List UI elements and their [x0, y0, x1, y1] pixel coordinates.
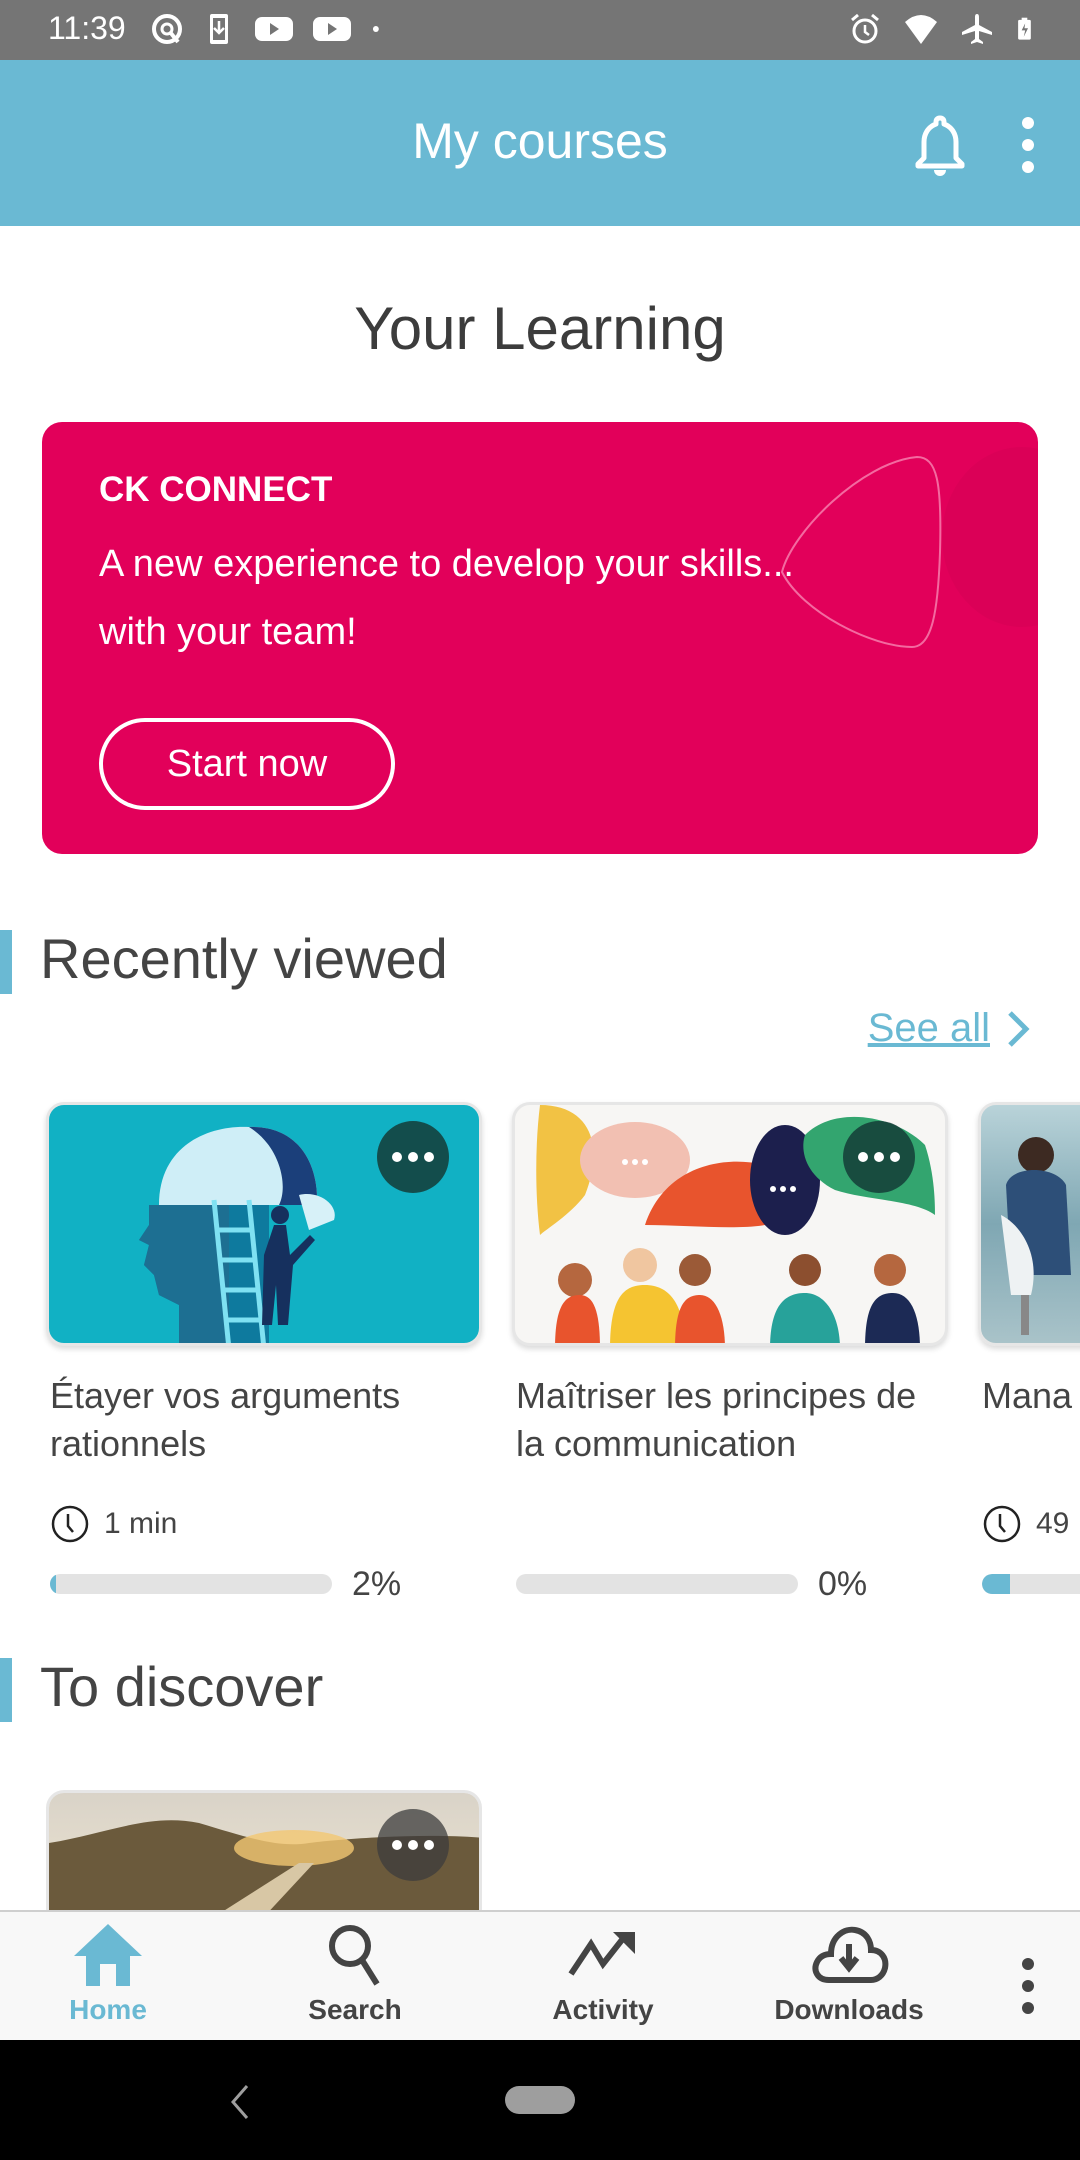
nav-search-label: Search [308, 1994, 402, 2025]
duration-text: 49 [1036, 1507, 1070, 1540]
home-icon [74, 1924, 142, 1986]
youtube-icon [313, 17, 351, 41]
nav-home[interactable]: Home [23, 1922, 193, 2032]
progress-bar [516, 1574, 798, 1594]
bottom-navigation: Home Search Activity Downloads [0, 1910, 1080, 2040]
course-options-button[interactable] [377, 1809, 449, 1881]
more-vert-icon[interactable] [1010, 115, 1046, 175]
course-thumbnail[interactable] [978, 1102, 1080, 1346]
course-title: Mana d'emp [982, 1375, 1080, 1416]
nav-home-label: Home [69, 1994, 147, 2025]
wifi-icon [905, 15, 937, 44]
section-accent-bar [0, 1658, 12, 1722]
course-thumbnail[interactable] [46, 1102, 482, 1346]
main-content[interactable]: Your Learning CK CONNECT A new experienc… [0, 226, 1080, 1910]
status-time: 11:39 [48, 10, 126, 46]
trending-up-icon [568, 1932, 635, 1976]
see-all-label: See all [867, 1006, 990, 1050]
nav-downloads-label: Downloads [774, 1994, 924, 2025]
clock-icon [51, 1505, 89, 1543]
section-accent-bar [0, 930, 12, 994]
status-bar: 11:39 [0, 0, 1080, 60]
more-vert-icon[interactable] [1010, 1956, 1046, 2016]
progress-percent: 2% [352, 1564, 402, 1603]
download-notification-icon [210, 14, 228, 44]
promo-text: A new experience to develop your skills.… [99, 543, 794, 653]
progress-percent: 0% [818, 1564, 868, 1603]
course-title: Maîtriser les principes de la communicat… [516, 1375, 917, 1464]
promo-banner: CK CONNECT A new experience to develop y… [42, 422, 1038, 854]
chevron-right-icon [1008, 1010, 1030, 1047]
airplane-mode-icon [962, 14, 992, 44]
vpn-key-icon [152, 14, 182, 44]
alarm-icon [851, 13, 879, 44]
course-duration: 49 [978, 1504, 1080, 1544]
youtube-icon [255, 17, 293, 41]
progress-fill [982, 1574, 1011, 1594]
course-card[interactable]: Maîtriser les principes de la communicat… [512, 1102, 948, 1604]
promo-kicker: CK CONNECT [99, 470, 333, 509]
bell-icon[interactable] [912, 114, 968, 178]
cloud-download-icon [812, 1926, 889, 1983]
course-card[interactable]: Étayer vos arguments rationnels 1 min 2% [46, 1102, 482, 1604]
nav-activity[interactable]: Activity [518, 1922, 688, 2032]
home-pill-button[interactable] [505, 2086, 575, 2114]
course-progress [978, 1564, 1080, 1604]
discover-course-card[interactable] [46, 1790, 482, 1930]
dot-icon [372, 26, 379, 32]
progress-bar [50, 1574, 332, 1594]
course-progress: 2% [46, 1564, 482, 1604]
recently-viewed-title: Recently viewed [40, 927, 448, 990]
office-meeting-photo [1001, 1137, 1071, 1335]
course-title: Étayer vos arguments rationnels [50, 1375, 401, 1464]
page-heading: Your Learning [354, 295, 726, 362]
search-icon [329, 1925, 380, 1986]
course-options-button[interactable] [377, 1121, 449, 1193]
duration-text: 1 min [104, 1507, 178, 1540]
see-all-link[interactable]: See all [868, 1006, 1030, 1051]
course-card[interactable]: Mana d'emp 49 [978, 1102, 1080, 1604]
course-thumbnail[interactable] [512, 1102, 948, 1346]
nav-search[interactable]: Search [270, 1922, 440, 2032]
nav-downloads[interactable]: Downloads [764, 1922, 934, 2032]
recently-viewed-carousel[interactable]: Étayer vos arguments rationnels 1 min 2% [0, 1102, 1080, 1622]
clock-icon [983, 1505, 1021, 1543]
to-discover-title: To discover [40, 1655, 324, 1718]
nav-activity-label: Activity [552, 1994, 654, 2025]
progress-fill [50, 1574, 56, 1594]
course-progress: 0% [512, 1564, 948, 1604]
course-duration: 1 min [46, 1504, 482, 1544]
back-icon[interactable] [225, 2080, 255, 2124]
course-options-button[interactable] [843, 1121, 915, 1193]
battery-charging-icon [1018, 17, 1031, 40]
app-bar: My courses [0, 60, 1080, 226]
system-navigation-bar [0, 2040, 1080, 2160]
progress-bar [982, 1574, 1080, 1594]
start-now-button[interactable]: Start now [99, 718, 395, 810]
